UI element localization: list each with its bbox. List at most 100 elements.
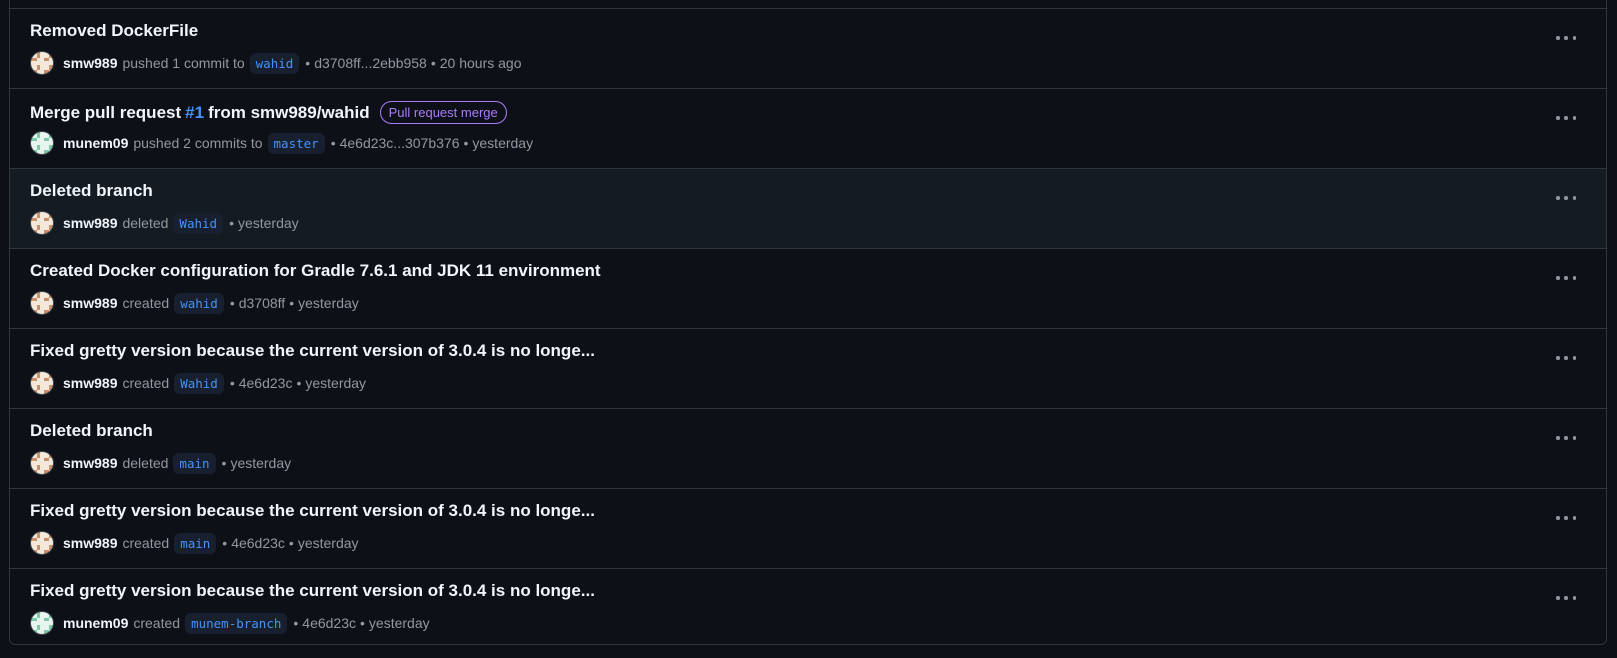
dot-separator: • <box>289 295 295 311</box>
user-link[interactable]: munem09 <box>63 135 128 151</box>
activity-verb: created <box>122 295 170 311</box>
activity-time: yesterday <box>237 215 299 231</box>
activity-title: Fixed gretty version because the current… <box>30 501 595 521</box>
dot-separator: • <box>229 215 234 231</box>
activity-meta: smw989 created main • 4e6d23c • yesterday <box>30 531 359 555</box>
dot-separator: • <box>221 455 227 471</box>
user-avatar[interactable] <box>30 611 54 635</box>
activity-row[interactable]: Fixed gretty version because the current… <box>10 568 1606 644</box>
activity-title: Deleted branch <box>30 421 153 441</box>
activity-title: Merge pull request #1 from smw989/wahid Pul… <box>30 101 507 124</box>
dot-separator: • <box>222 535 228 551</box>
activity-time: yesterday <box>472 135 534 151</box>
user-link[interactable]: smw989 <box>63 215 117 231</box>
activity-row[interactable]: Fixed gretty version because the current… <box>10 328 1606 408</box>
activity-row[interactable]: Deleted branch smw989 deleted Wahid • yesterd… <box>10 168 1606 248</box>
activity-row[interactable]: Fixed gretty version because the current… <box>10 488 1606 568</box>
activity-row-partial <box>10 0 1606 8</box>
activity-title-suffix[interactable]: from smw989/wahid <box>208 103 370 123</box>
dot-separator: • <box>305 55 311 71</box>
activity-meta: munem09 pushed 2 commits to master • 4e6d23c… <box>30 131 533 155</box>
activity-time: yesterday <box>230 455 292 471</box>
activity-row[interactable]: Removed DockerFile smw989 pushed 1 commit … <box>10 8 1606 88</box>
activity-time: yesterday <box>368 615 430 631</box>
kebab-horizontal-icon[interactable] <box>1552 347 1580 369</box>
kebab-horizontal-icon[interactable] <box>1552 507 1580 529</box>
activity-title-text[interactable]: Fixed gretty version because the current… <box>30 341 595 361</box>
branch-label[interactable]: munem-branch <box>185 612 288 634</box>
dot-separator: • <box>288 535 294 551</box>
commit-range-link[interactable]: 4e6d23c <box>231 535 285 551</box>
activity-time: yesterday <box>297 535 359 551</box>
activity-verb: pushed 2 commits to <box>133 135 263 151</box>
pull-request-merge-badge: Pull request merge <box>379 101 507 124</box>
commit-range-link[interactable]: d3708ff...2ebb958 <box>314 55 427 71</box>
user-avatar[interactable] <box>30 51 54 75</box>
activity-title: Deleted branch <box>30 181 153 201</box>
kebab-horizontal-icon[interactable] <box>1552 587 1580 609</box>
activity-title-text[interactable]: Removed DockerFile <box>30 21 198 41</box>
user-avatar[interactable] <box>30 211 54 235</box>
activity-verb: created <box>122 535 170 551</box>
activity-meta: smw989 pushed 1 commit to wahid • d3708ff...… <box>30 51 521 75</box>
user-avatar[interactable] <box>30 531 54 555</box>
branch-label[interactable]: main <box>173 452 216 474</box>
branch-label[interactable]: master <box>267 132 325 154</box>
commit-range-link[interactable]: d3708ff <box>239 295 285 311</box>
activity-title: Fixed gretty version because the current… <box>30 581 595 601</box>
branch-label[interactable]: Wahid <box>174 372 224 394</box>
activity-row[interactable]: Created Docker configuration for Gradle … <box>10 248 1606 328</box>
dot-separator: • <box>229 375 235 391</box>
dot-separator: • <box>229 295 235 311</box>
activity-time: yesterday <box>298 295 359 311</box>
activity-title: Removed DockerFile <box>30 21 198 41</box>
dot-separator: • <box>360 615 365 631</box>
activity-verb: deleted <box>122 455 169 471</box>
activity-title-text[interactable]: Deleted branch <box>30 181 153 201</box>
branch-label[interactable]: wahid <box>174 292 224 314</box>
user-avatar[interactable] <box>30 131 54 155</box>
activity-title-text[interactable]: Fixed gretty version because the current… <box>30 581 595 601</box>
dot-separator: • <box>463 135 469 151</box>
dot-separator: • <box>296 375 302 391</box>
activity-time: yesterday <box>305 375 367 391</box>
kebab-horizontal-icon[interactable] <box>1552 427 1580 449</box>
branch-label[interactable]: Wahid <box>173 212 224 234</box>
pull-request-link[interactable]: #1 <box>185 103 204 123</box>
activity-meta: smw989 deleted main • yesterday <box>30 451 291 475</box>
user-link[interactable]: smw989 <box>63 55 117 71</box>
activity-title: Fixed gretty version because the current… <box>30 341 595 361</box>
kebab-horizontal-icon[interactable] <box>1552 27 1580 49</box>
activity-title-text[interactable]: Merge pull request <box>30 103 181 123</box>
dot-separator: • <box>293 615 299 631</box>
user-avatar[interactable] <box>30 371 54 395</box>
user-link[interactable]: smw989 <box>63 375 117 391</box>
dot-separator: • <box>430 55 436 71</box>
activity-verb: deleted <box>122 215 169 231</box>
activity-verb: created <box>133 615 181 631</box>
activity-verb: pushed 1 commit to <box>122 55 245 71</box>
user-link[interactable]: smw989 <box>63 535 117 551</box>
kebab-horizontal-icon[interactable] <box>1552 187 1580 209</box>
user-link[interactable]: smw989 <box>63 295 117 311</box>
activity-row[interactable]: Merge pull request #1 from smw989/wahid Pul… <box>10 88 1606 168</box>
commit-range-link[interactable]: 4e6d23c <box>302 615 356 631</box>
activity-time: 20 hours ago <box>439 55 522 71</box>
activity-row[interactable]: Deleted branch smw989 deleted main • yesterda… <box>10 408 1606 488</box>
kebab-horizontal-icon[interactable] <box>1552 107 1580 129</box>
kebab-horizontal-icon[interactable] <box>1552 267 1580 289</box>
user-avatar[interactable] <box>30 291 54 315</box>
commit-range-link[interactable]: 4e6d23c <box>239 375 293 391</box>
branch-label[interactable]: wahid <box>249 52 300 74</box>
activity-verb: created <box>122 375 170 391</box>
activity-meta: smw989 created Wahid • 4e6d23c • yesterday <box>30 371 366 395</box>
commit-range-link[interactable]: 4e6d23c...307b376 <box>340 135 460 151</box>
user-link[interactable]: munem09 <box>63 615 128 631</box>
dot-separator: • <box>330 135 336 151</box>
activity-title-text[interactable]: Fixed gretty version because the current… <box>30 501 595 521</box>
user-avatar[interactable] <box>30 451 54 475</box>
activity-title-text[interactable]: Created Docker configuration for Gradle … <box>30 261 601 281</box>
branch-label[interactable]: main <box>174 532 217 554</box>
activity-title-text[interactable]: Deleted branch <box>30 421 153 441</box>
user-link[interactable]: smw989 <box>63 455 117 471</box>
